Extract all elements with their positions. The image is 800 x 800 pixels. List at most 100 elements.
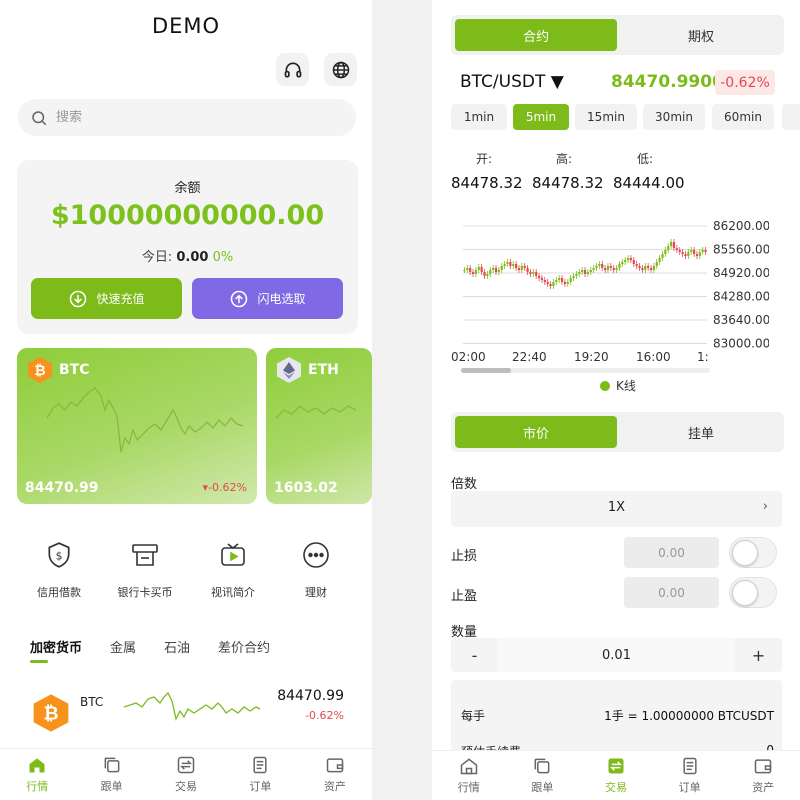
candle-body (463, 270, 466, 272)
candle-body (649, 268, 653, 270)
chart-scroll-thumb[interactable] (461, 368, 511, 373)
tf-15min[interactable]: 15min (575, 104, 637, 130)
tab-copy-trade[interactable]: 跟单 (74, 749, 148, 800)
tf-30min[interactable]: 30min (643, 104, 705, 130)
search-bar[interactable] (18, 99, 356, 136)
tab-market-order[interactable]: 市价 (455, 416, 617, 448)
candle-body (635, 264, 638, 266)
candle-body (546, 282, 549, 284)
per-lot-value: 1手 = 1.00000000 BTCUSDT (604, 709, 774, 723)
shortcut-bank-card-buy[interactable]: 银行卡买币 (105, 538, 185, 600)
home-screen: DEMO 余额 $10000000000.00 今日: 0.00 0% 快速充值 (0, 0, 372, 800)
btc-card[interactable]: ₿ BTC 84470.99 ▾-0.62% (17, 348, 257, 504)
chart-scrollbar[interactable] (461, 368, 710, 373)
tab-trade[interactable]: 交易 (579, 751, 653, 800)
balance-label: 余额 (174, 181, 201, 196)
tf-more[interactable] (782, 104, 800, 130)
candle-body (612, 268, 615, 270)
toggle-knob (732, 540, 758, 566)
candle-body (480, 267, 483, 272)
candle-body (701, 250, 704, 252)
quantity-stepper: - 0.01 + (451, 638, 782, 672)
search-icon (32, 110, 47, 125)
chart-legend[interactable]: K线 (600, 377, 636, 394)
recharge-button[interactable]: 快速充值 (31, 278, 182, 319)
market-row-btc[interactable]: ₿ BTC 84470.99 -0.62% (0, 675, 372, 745)
home-icon (460, 758, 478, 775)
pair-selector[interactable]: BTC/USDT ▼ (460, 72, 564, 92)
tab-options[interactable]: 期权 (621, 19, 781, 51)
tab-assets[interactable]: 资产 (298, 749, 372, 800)
candle-body (543, 280, 546, 282)
eth-card-price: 1603.02 (274, 480, 338, 496)
video-tv-icon (221, 543, 245, 566)
tab-orders[interactable]: 订单 (653, 751, 727, 800)
wallet-icon (754, 759, 772, 774)
tab-assets[interactable]: 资产 (726, 751, 800, 800)
tf-5min[interactable]: 5min (513, 104, 569, 130)
candle-body (667, 246, 670, 250)
stop-loss-input[interactable]: 0.00 (624, 537, 719, 568)
tab-orders-label: 订单 (249, 780, 272, 793)
language-button[interactable] (324, 53, 357, 86)
tab-contract[interactable]: 合约 (455, 19, 617, 51)
candle-body (598, 264, 601, 266)
candle-body (494, 268, 498, 272)
tf-1min[interactable]: 1min (451, 104, 507, 130)
app-title: DEMO (151, 14, 221, 38)
candle-body (641, 268, 644, 270)
candle-body (563, 282, 566, 284)
quantity-plus-button[interactable]: + (735, 638, 782, 672)
candle-body (523, 266, 526, 268)
tab-oil[interactable]: 石油 (164, 637, 190, 656)
candle-body (624, 260, 627, 262)
candle-body (581, 270, 584, 272)
tab-limit-order[interactable]: 挂单 (621, 416, 781, 448)
toggle-knob (732, 580, 758, 606)
market-row-change: -0.62% (305, 709, 344, 722)
tab-assets-label: 资产 (752, 781, 775, 794)
flash-select-button[interactable]: 闪电选取 (192, 278, 343, 319)
candle-body (681, 252, 684, 254)
candle-body (532, 272, 535, 274)
take-profit-toggle[interactable] (729, 577, 777, 608)
kline-chart[interactable]: 86200.00 85560.00 84920.00 84280.00 83640.00… (449, 212, 769, 367)
take-profit-input[interactable]: 0.00 (624, 577, 719, 608)
search-input[interactable] (56, 110, 316, 125)
tab-market[interactable]: 行情 (0, 749, 74, 800)
y-tick-label: 83000.00 (713, 337, 769, 351)
tab-market-label: 行情 (26, 780, 49, 793)
shortcut-credit-loan[interactable]: $ 信用借款 (19, 538, 99, 600)
candle-body (632, 260, 635, 264)
candle-body (526, 268, 529, 272)
shortcut-video-intro[interactable]: 视讯简介 (193, 538, 273, 600)
candle-body (535, 272, 538, 276)
stop-loss-toggle[interactable] (729, 537, 777, 568)
balance-amount: $10000000000.00 (50, 200, 325, 231)
candle-body (704, 250, 707, 252)
document-icon (682, 757, 697, 775)
leverage-selector[interactable]: 1X › (451, 491, 782, 527)
tab-crypto[interactable]: 加密货币 (30, 637, 82, 656)
candle-body (589, 270, 592, 272)
svg-text:₿: ₿ (43, 704, 58, 725)
upload-circle-icon (231, 290, 248, 307)
tab-cfd[interactable]: 差价合约 (218, 637, 270, 656)
candle-body (661, 254, 664, 258)
candle-body (509, 262, 512, 266)
shortcut-wealth[interactable]: 理财 (276, 538, 356, 600)
tab-metals[interactable]: 金属 (110, 637, 136, 656)
quantity-minus-button[interactable]: - (451, 638, 498, 672)
tab-trade[interactable]: 交易 (149, 749, 223, 800)
candle-body (575, 274, 578, 276)
candle-body (604, 268, 607, 270)
tab-copy-trade[interactable]: 跟单 (506, 751, 580, 800)
open-label: 开: (476, 152, 493, 166)
tab-orders[interactable]: 订单 (223, 749, 297, 800)
quantity-input[interactable]: 0.01 (498, 638, 735, 672)
candle-body (497, 270, 500, 272)
support-button[interactable] (276, 53, 309, 86)
tf-60min[interactable]: 60min (712, 104, 774, 130)
tab-market[interactable]: 行情 (432, 751, 506, 800)
eth-card[interactable]: ETH 1603.02 (266, 348, 372, 504)
